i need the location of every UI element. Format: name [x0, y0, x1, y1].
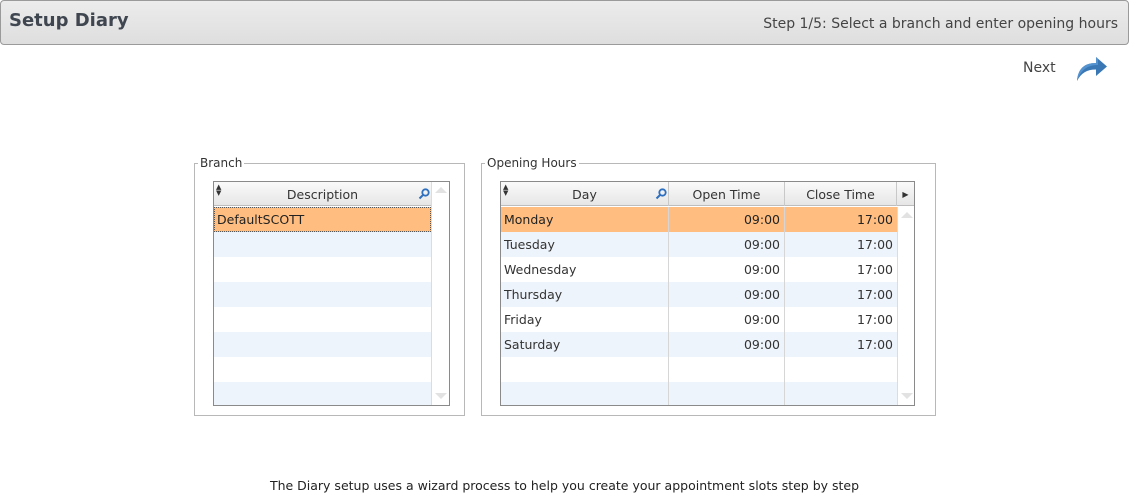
sort-icon: ▲ ▼ [503, 183, 509, 197]
search-icon[interactable] [655, 188, 667, 200]
open-time-cell[interactable]: 09:00 [669, 232, 784, 257]
day-cell: Friday [504, 312, 542, 327]
step-indicator: Step 1/5: Select a branch and enter open… [763, 16, 1118, 32]
footer-hint: The Diary setup uses a wizard process to… [269, 478, 860, 493]
close-time-cell[interactable]: 17:00 [785, 307, 897, 332]
hours-scrollbar[interactable] [897, 207, 914, 405]
branch-grid[interactable]: ▲ ▼ Description DefaultSCOTT [213, 181, 450, 406]
close-time-cell[interactable]: 17:00 [785, 332, 897, 357]
redo-arrow-icon [1077, 57, 1107, 81]
empty-row [214, 307, 431, 332]
branch-scrollbar[interactable] [431, 182, 449, 405]
open-time-cell[interactable]: 09:00 [669, 207, 784, 232]
empty-row [214, 332, 431, 357]
hours-row-tuesday[interactable]: Tuesday 09:00 17:00 [501, 232, 897, 257]
scroll-down-icon[interactable] [435, 393, 447, 399]
day-cell: Wednesday [504, 262, 577, 277]
day-cell: Monday [504, 212, 554, 227]
column-divider [668, 207, 669, 405]
search-icon[interactable] [418, 188, 430, 200]
column-header-open-time[interactable]: Open Time [669, 182, 785, 206]
hours-row-monday[interactable]: Monday 09:00 17:00 [501, 207, 897, 232]
open-time-cell[interactable]: 09:00 [669, 307, 784, 332]
page-title: Setup Diary [9, 10, 129, 31]
open-time-cell[interactable]: 09:00 [669, 332, 784, 357]
title-bar: Setup Diary Step 1/5: Select a branch an… [0, 0, 1129, 45]
close-time-cell[interactable]: 17:00 [785, 207, 897, 232]
scroll-up-icon[interactable] [901, 212, 913, 218]
day-cell: Thursday [504, 287, 563, 302]
hours-row-saturday[interactable]: Saturday 09:00 17:00 [501, 332, 897, 357]
hours-row-wednesday[interactable]: Wednesday 09:00 17:00 [501, 257, 897, 282]
empty-row [214, 282, 431, 307]
empty-row [501, 382, 897, 405]
scroll-up-icon[interactable] [435, 187, 447, 193]
column-header-description[interactable]: ▲ ▼ Description [214, 182, 431, 206]
column-header-day[interactable]: ▲ ▼ Day [501, 182, 669, 206]
close-time-cell[interactable]: 17:00 [785, 257, 897, 282]
branch-row[interactable]: DefaultSCOTT [214, 207, 431, 232]
empty-row [214, 257, 431, 282]
column-divider [784, 207, 785, 405]
open-time-cell[interactable]: 09:00 [669, 282, 784, 307]
open-time-cell[interactable]: 09:00 [669, 257, 784, 282]
branch-grid-header: ▲ ▼ Description [214, 182, 431, 206]
hours-row-friday[interactable]: Friday 09:00 17:00 [501, 307, 897, 332]
column-chooser-icon[interactable]: ▶ [897, 182, 914, 206]
branch-description-cell: DefaultSCOTT [217, 212, 305, 227]
close-time-cell[interactable]: 17:00 [785, 282, 897, 307]
branch-legend: Branch [200, 156, 243, 170]
next-button-label: Next [1023, 60, 1056, 76]
close-time-cell[interactable]: 17:00 [785, 232, 897, 257]
empty-row [214, 382, 431, 405]
empty-row [501, 357, 897, 382]
opening-hours-grid[interactable]: ▲ ▼ Day Open Time Close Time ▶ Monday 09:… [500, 181, 915, 406]
opening-hours-legend: Opening Hours [487, 156, 577, 170]
empty-row [214, 232, 431, 257]
opening-hours-grid-header: ▲ ▼ Day Open Time Close Time ▶ [501, 182, 914, 206]
column-header-close-time[interactable]: Close Time [785, 182, 897, 206]
scroll-down-icon[interactable] [901, 393, 913, 399]
day-cell: Saturday [504, 337, 561, 352]
sort-icon: ▲ ▼ [216, 183, 222, 197]
empty-row [214, 357, 431, 382]
day-cell: Tuesday [504, 237, 555, 252]
next-button[interactable]: Next [1018, 52, 1112, 84]
hours-row-thursday[interactable]: Thursday 09:00 17:00 [501, 282, 897, 307]
